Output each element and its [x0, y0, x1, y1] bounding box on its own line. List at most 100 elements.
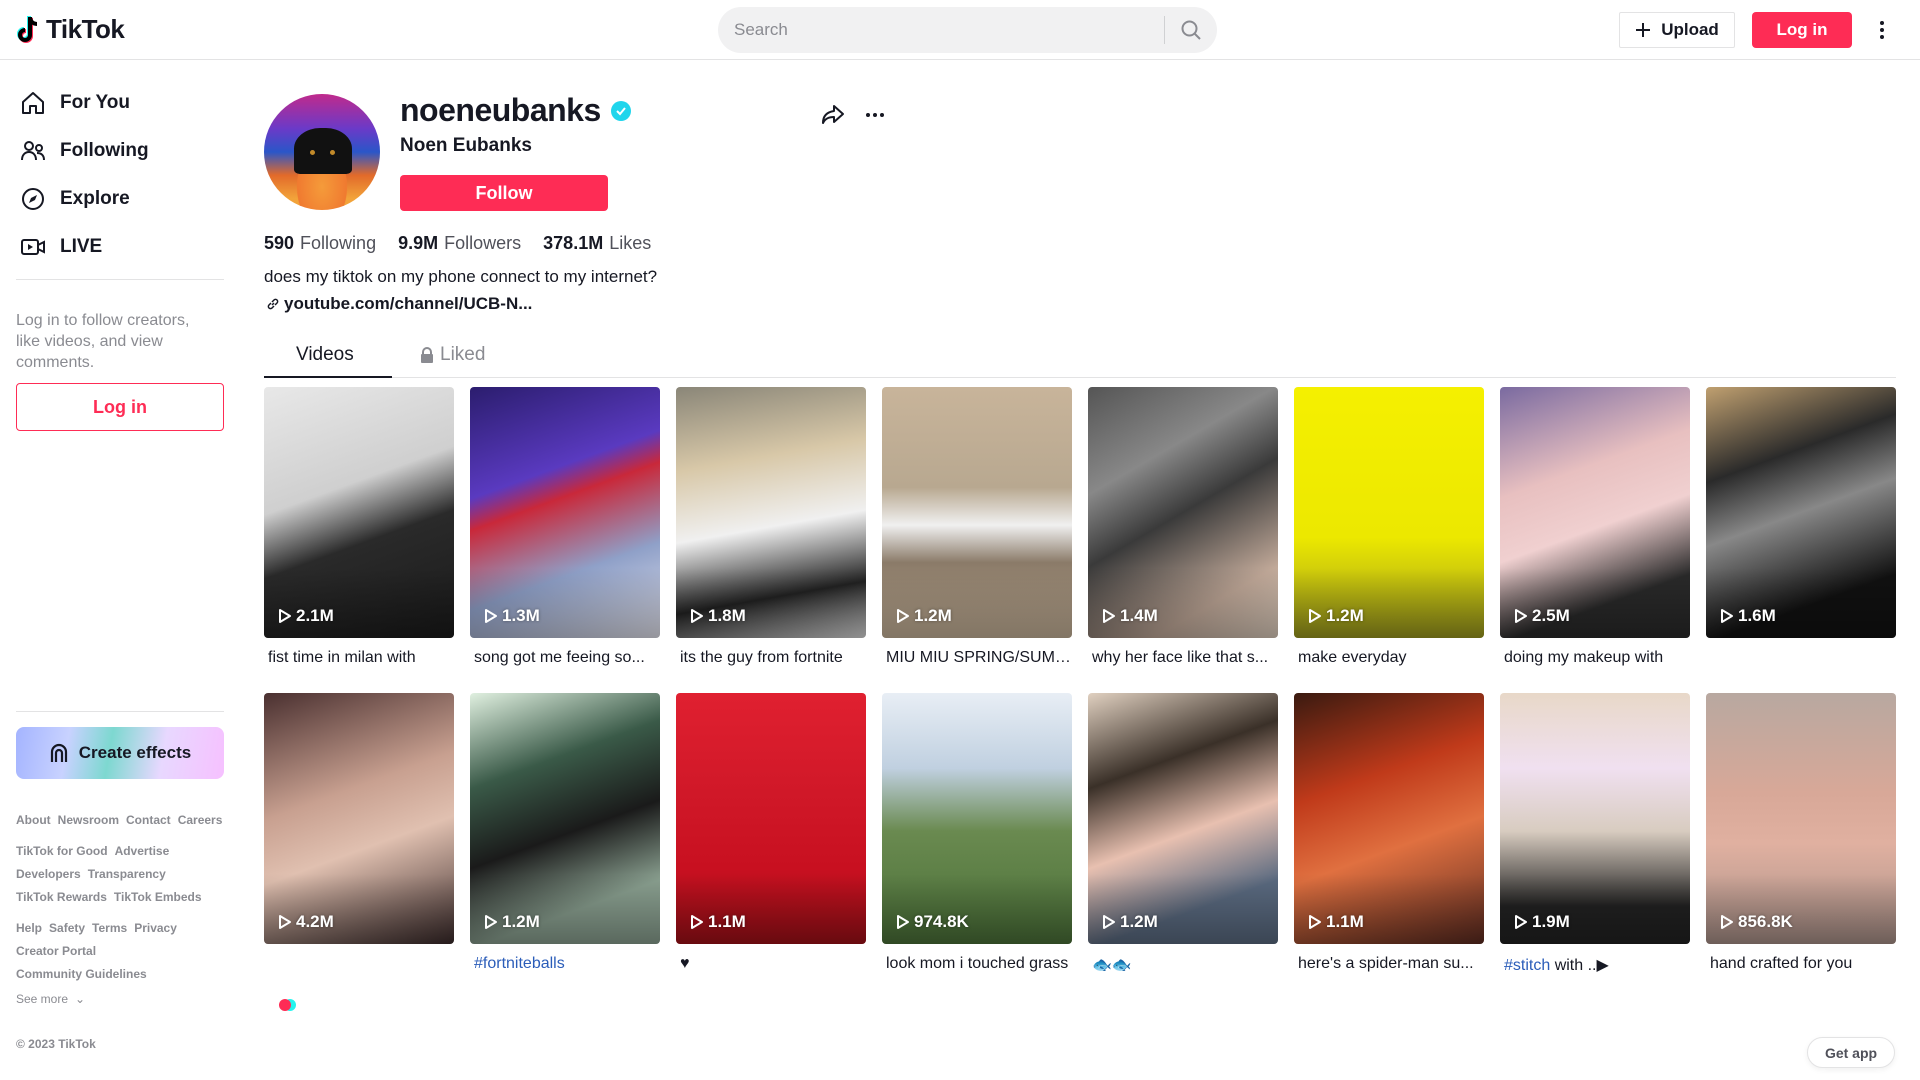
- tab-liked[interactable]: Liked: [420, 344, 485, 366]
- sidebar-item-live[interactable]: LIVE: [20, 234, 102, 260]
- view-count: 974.8K: [896, 912, 969, 932]
- video-caption[interactable]: its the guy from fortnite: [676, 649, 866, 667]
- footer-link[interactable]: Transparency: [88, 867, 166, 881]
- thumbnail-shade: [470, 874, 660, 944]
- view-count: 1.3M: [484, 606, 540, 626]
- see-more-toggle[interactable]: See more ⌄: [16, 992, 85, 1006]
- view-count-text: 1.1M: [1326, 912, 1364, 931]
- view-count: 1.2M: [1102, 912, 1158, 932]
- sidebar-item-following[interactable]: Following: [20, 138, 149, 164]
- video-card[interactable]: 2.5M: [1500, 387, 1690, 638]
- footer-link[interactable]: Community Guidelines: [16, 967, 147, 981]
- play-icon: [1721, 609, 1733, 623]
- video-caption[interactable]: make everyday: [1294, 649, 1484, 667]
- tab-videos[interactable]: Videos: [296, 344, 354, 366]
- view-count-text: 1.2M: [1326, 606, 1364, 625]
- video-card[interactable]: 1.6M: [1706, 387, 1896, 638]
- video-card[interactable]: 1.2M: [1294, 387, 1484, 638]
- footer-link[interactable]: TikTok Rewards: [16, 890, 107, 904]
- video-card[interactable]: 1.2M: [470, 693, 660, 944]
- avatar-eye: [308, 148, 317, 157]
- thumbnail-shade: [1706, 874, 1896, 944]
- thumbnail-shade: [882, 874, 1072, 944]
- avatar-cat-shape: [294, 128, 352, 174]
- video-card[interactable]: 974.8K: [882, 693, 1072, 944]
- video-card[interactable]: 4.2M: [264, 693, 454, 944]
- profile-more-icon[interactable]: [862, 104, 888, 126]
- view-count-text: 1.2M: [1120, 912, 1158, 931]
- video-caption[interactable]: here's a spider-man su...: [1294, 955, 1484, 973]
- footer-link[interactable]: Newsroom: [58, 813, 119, 827]
- footer-link[interactable]: Terms: [92, 921, 127, 935]
- play-icon: [1309, 915, 1321, 929]
- video-card[interactable]: 1.9M: [1500, 693, 1690, 944]
- users-icon: [21, 141, 45, 161]
- plus-icon: [1636, 23, 1651, 37]
- footer-link[interactable]: Safety: [49, 921, 85, 935]
- follow-button[interactable]: Follow: [400, 175, 608, 211]
- video-caption[interactable]: 🐟🐟: [1088, 955, 1278, 975]
- footer-link[interactable]: Creator Portal: [16, 944, 96, 958]
- view-count-text: 856.8K: [1738, 912, 1793, 931]
- footer-link[interactable]: About: [16, 813, 51, 827]
- search-input[interactable]: [718, 20, 1164, 40]
- video-card[interactable]: 1.1M: [1294, 693, 1484, 944]
- video-caption[interactable]: MIU MIU SPRING/SUMMER: [882, 649, 1072, 667]
- video-card[interactable]: 1.8M: [676, 387, 866, 638]
- hashtag-link[interactable]: #stitch: [1504, 957, 1550, 974]
- video-caption[interactable]: #stitch with ..▶: [1500, 955, 1690, 975]
- logo-text: TikTok: [46, 14, 125, 44]
- video-caption[interactable]: song got me feeing so...: [470, 649, 660, 667]
- footer-links-row: Creator Portal: [16, 944, 96, 958]
- create-effects-button[interactable]: Create effects: [16, 727, 224, 779]
- footer-link[interactable]: Developers: [16, 867, 81, 881]
- footer-link[interactable]: Careers: [178, 813, 223, 827]
- tiktok-logo[interactable]: TikTok: [16, 14, 125, 45]
- video-caption[interactable]: look mom i touched grass: [882, 955, 1072, 973]
- active-tab-indicator: [264, 376, 392, 378]
- view-count: 1.4M: [1102, 606, 1158, 626]
- search-button[interactable]: [1165, 7, 1217, 53]
- play-icon: [1103, 609, 1115, 623]
- video-card[interactable]: 2.1M: [264, 387, 454, 638]
- thumbnail-shade: [676, 568, 866, 638]
- view-count-text: 1.2M: [914, 606, 952, 625]
- video-card[interactable]: 1.2M: [1088, 693, 1278, 944]
- video-card[interactable]: 1.1M: [676, 693, 866, 944]
- play-icon: [485, 609, 497, 623]
- get-app-button[interactable]: Get app: [1807, 1037, 1895, 1068]
- footer-link[interactable]: Privacy: [134, 921, 177, 935]
- play-icon: [1721, 915, 1733, 929]
- footer-link[interactable]: Contact: [126, 813, 171, 827]
- more-menu-icon[interactable]: [1872, 14, 1892, 46]
- video-caption[interactable]: ♥: [676, 955, 866, 973]
- video-card[interactable]: 1.2M: [882, 387, 1072, 638]
- video-card[interactable]: 1.4M: [1088, 387, 1278, 638]
- footer-links-row: TikTok Rewards TikTok Embeds: [16, 890, 202, 904]
- lock-icon: [421, 347, 433, 363]
- upload-button[interactable]: Upload: [1619, 12, 1735, 48]
- video-card[interactable]: 856.8K: [1706, 693, 1896, 944]
- profile-link[interactable]: youtube.com/channel/UCB-N...: [266, 294, 532, 314]
- search-icon: [1181, 20, 1201, 40]
- video-caption[interactable]: doing my makeup with: [1500, 649, 1690, 667]
- footer-link[interactable]: TikTok Embeds: [114, 890, 202, 904]
- footer-link[interactable]: Help: [16, 921, 42, 935]
- play-icon: [897, 609, 909, 623]
- caption-text: with ..▶: [1550, 957, 1609, 974]
- verified-badge-icon: [610, 100, 631, 121]
- share-icon[interactable]: [820, 102, 846, 128]
- sidebar-item-explore[interactable]: Explore: [20, 186, 130, 212]
- video-caption[interactable]: #fortniteballs: [470, 955, 660, 973]
- thumbnail-shade: [1500, 568, 1690, 638]
- video-caption[interactable]: hand crafted for you: [1706, 955, 1896, 973]
- video-caption[interactable]: fist time in milan with: [264, 649, 454, 667]
- footer-link[interactable]: Advertise: [115, 844, 170, 858]
- video-card[interactable]: 1.3M: [470, 387, 660, 638]
- footer-link[interactable]: TikTok for Good: [16, 844, 108, 858]
- avatar-eye: [328, 148, 337, 157]
- sidebar-login-button[interactable]: Log in: [16, 383, 224, 431]
- video-caption[interactable]: why her face like that s...: [1088, 649, 1278, 667]
- sidebar-item-for-you[interactable]: For You: [20, 90, 130, 116]
- header-login-button[interactable]: Log in: [1752, 12, 1852, 48]
